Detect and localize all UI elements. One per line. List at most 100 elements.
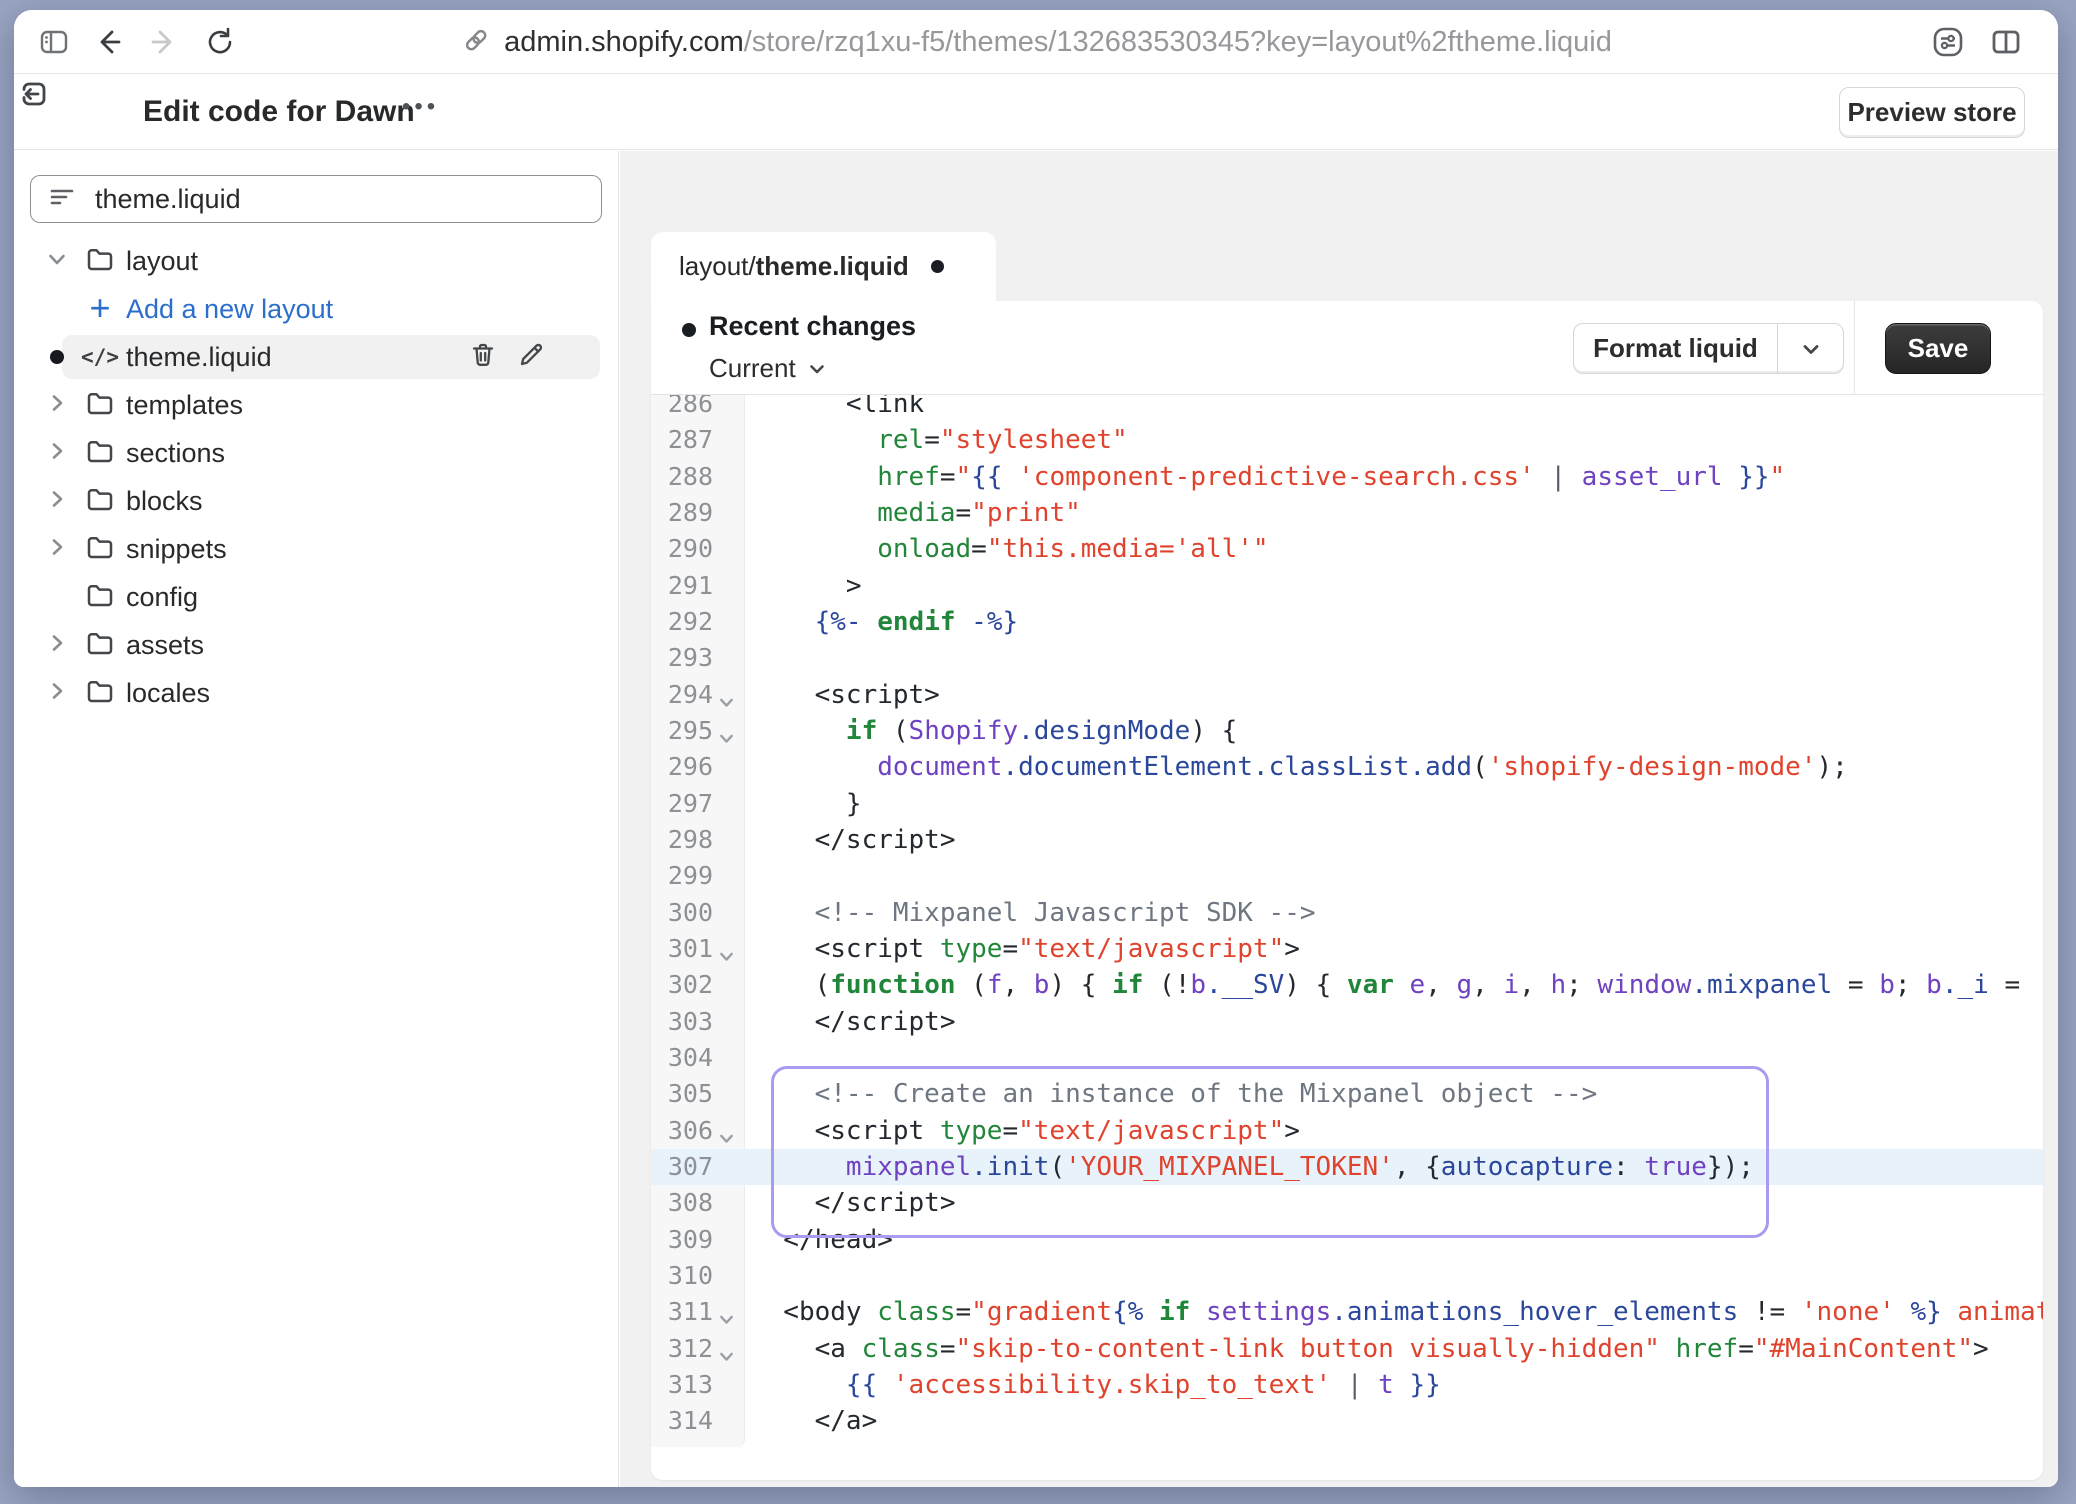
code-text: </a>: [752, 1403, 2043, 1439]
sidebar-item-label: snippets: [126, 525, 227, 573]
code-text: [752, 640, 2043, 676]
code-text: <a class="skip-to-content-link button vi…: [752, 1331, 2043, 1367]
plus-icon: +: [89, 290, 110, 326]
sidebar-item-snippets[interactable]: snippets: [14, 525, 618, 573]
link-icon: [460, 24, 492, 61]
chevron-right-icon[interactable]: [46, 632, 68, 659]
pencil-icon[interactable]: [516, 340, 546, 375]
code-text: </script>: [752, 1004, 2043, 1040]
chevron-right-icon[interactable]: [46, 440, 68, 467]
format-liquid-label[interactable]: Format liquid: [1574, 324, 1777, 373]
code-line-306: 306 <script type="text/javascript">: [651, 1113, 2043, 1149]
line-number: 312: [651, 1331, 745, 1367]
code-line-299: 299: [651, 858, 2043, 894]
line-number: 290: [651, 531, 745, 567]
chevron-right-icon[interactable]: [46, 680, 68, 707]
code-text: <script type="text/javascript">: [752, 1113, 2043, 1149]
line-number: 307: [651, 1149, 745, 1185]
browser-toolbar: admin.shopify.com/store/rzq1xu-f5/themes…: [14, 10, 2058, 74]
line-number: 313: [651, 1367, 745, 1403]
header-divider: [1854, 301, 1855, 394]
code-text: <script type="text/javascript">: [752, 931, 2043, 967]
line-number: 288: [651, 459, 745, 495]
url-host: admin.shopify.com: [504, 26, 744, 58]
line-number: 310: [651, 1258, 745, 1294]
chevron-down-icon[interactable]: [46, 248, 68, 275]
tune-icon[interactable]: [1930, 24, 1966, 60]
chevron-right-icon[interactable]: [46, 488, 68, 515]
sidebar-item-templates[interactable]: templates: [14, 381, 618, 429]
sidebar-item-label: Add a new layout: [126, 285, 333, 333]
line-number: 301: [651, 931, 745, 967]
code-lines: 286 <link287 rel="stylesheet"288 href="{…: [651, 395, 2043, 1440]
code-text: [752, 1258, 2043, 1294]
editor-header: Recent changes Current Format liquid Sav…: [651, 301, 2043, 395]
sidebar-item-label: theme.liquid: [126, 333, 272, 381]
save-button[interactable]: Save: [1885, 323, 1991, 374]
code-line-302: 302 (function (f, b) { if (!b.__SV) { va…: [651, 967, 2043, 1003]
code-line-290: 290 onload="this.media='all'": [651, 531, 2043, 567]
tab-theme-liquid[interactable]: layout/theme.liquid: [651, 232, 996, 301]
code-editor[interactable]: 286 <link287 rel="stylesheet"288 href="{…: [651, 395, 2043, 1480]
sidebar-item-label: templates: [126, 381, 243, 429]
version-label: Current: [709, 353, 796, 384]
line-number: 304: [651, 1040, 745, 1076]
folder-icon: [84, 387, 116, 424]
code-line-309: 309 </head>: [651, 1222, 2043, 1258]
line-number: 298: [651, 822, 745, 858]
code-line-300: 300 <!-- Mixpanel Javascript SDK -->: [651, 895, 2043, 931]
version-dropdown[interactable]: Current: [709, 353, 828, 384]
sidebar-item-label: assets: [126, 621, 204, 669]
code-text: media="print": [752, 495, 2043, 531]
code-line-305: 305 <!-- Create an instance of the Mixpa…: [651, 1076, 2043, 1112]
split-view-icon[interactable]: [1988, 24, 2024, 60]
sidebar-item-blocks[interactable]: blocks: [14, 477, 618, 525]
code-text: {%- endif -%}: [752, 604, 2043, 640]
preview-store-button[interactable]: Preview store: [1839, 87, 2025, 138]
page-title: Edit code for Dawn: [143, 95, 415, 129]
sidebar-item-sections[interactable]: sections: [14, 429, 618, 477]
code-line-286: 286 <link: [651, 395, 2043, 422]
line-number: 311: [651, 1294, 745, 1330]
format-options-arrow[interactable]: [1777, 324, 1843, 373]
chevron-right-icon[interactable]: [46, 392, 68, 419]
line-number: 299: [651, 858, 745, 894]
code-line-303: 303 </script>: [651, 1004, 2043, 1040]
line-number: 293: [651, 640, 745, 676]
changes-dot: [682, 323, 696, 337]
code-text: <body class="gradient{% if settings.anim…: [752, 1294, 2043, 1330]
recent-changes-label: Recent changes: [709, 311, 916, 342]
code-text: }: [752, 786, 2043, 822]
url-text: admin.shopify.com/store/rzq1xu-f5/themes…: [504, 26, 1612, 59]
more-actions-button[interactable]: •••: [402, 93, 439, 121]
sidebar-item-label: locales: [126, 669, 210, 717]
sidebar-item-assets[interactable]: assets: [14, 621, 618, 669]
code-line-296: 296 document.documentElement.classList.a…: [651, 749, 2043, 785]
code-text: </script>: [752, 822, 2043, 858]
code-text: if (Shopify.designMode) {: [752, 713, 2043, 749]
file-search-box[interactable]: [30, 175, 602, 223]
code-text: </script>: [752, 1185, 2043, 1221]
code-text: rel="stylesheet": [752, 422, 2043, 458]
sidebar-item-add-new-layout[interactable]: + Add a new layout: [14, 285, 618, 333]
trash-icon[interactable]: [468, 340, 498, 375]
folder-icon: [84, 627, 116, 664]
code-line-312: 312 <a class="skip-to-content-link butto…: [651, 1331, 2043, 1367]
code-text: </head>: [752, 1222, 2043, 1258]
chevron-right-icon[interactable]: [46, 536, 68, 563]
code-text: document.documentElement.classList.add('…: [752, 749, 2043, 785]
sidebar-item-config[interactable]: config: [14, 573, 618, 621]
line-number: 300: [651, 895, 745, 931]
code-icon: </>: [81, 345, 119, 369]
tab-label: layout/theme.liquid: [679, 251, 909, 282]
line-number: 308: [651, 1185, 745, 1221]
sidebar-item-locales[interactable]: locales: [14, 669, 618, 717]
sidebar-item-theme-liquid[interactable]: </> theme.liquid: [14, 333, 618, 381]
sidebar-item-layout[interactable]: layout: [14, 237, 618, 285]
line-number: 287: [651, 422, 745, 458]
code-line-311: 311 <body class="gradient{% if settings.…: [651, 1294, 2043, 1330]
line-number: 309: [651, 1222, 745, 1258]
url-bar[interactable]: admin.shopify.com/store/rzq1xu-f5/themes…: [14, 10, 2058, 74]
format-liquid-button[interactable]: Format liquid: [1573, 323, 1844, 374]
search-input[interactable]: [93, 183, 533, 216]
